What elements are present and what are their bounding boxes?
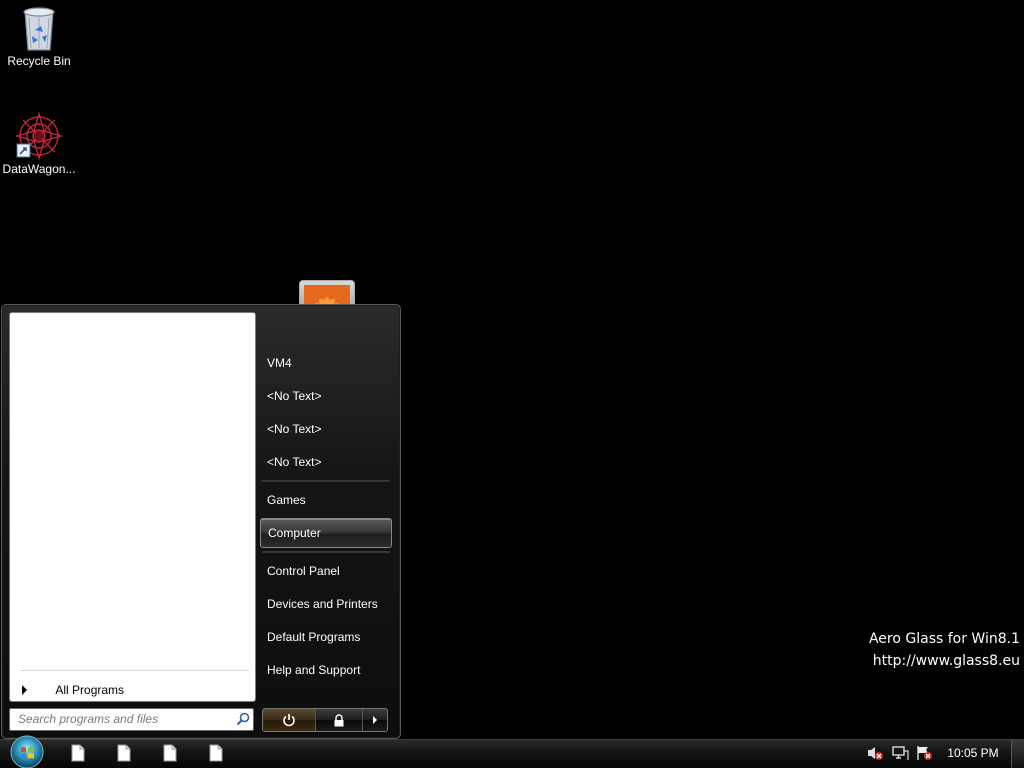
right-item-user[interactable]: VM4: [260, 349, 392, 377]
aero-glass-watermark: Aero Glass for Win8.1 http://www.glass8.…: [869, 628, 1020, 672]
desktop-icon-label: DataWagon...: [2, 162, 76, 176]
lock-icon: [334, 713, 344, 726]
right-item-no-text-3[interactable]: <No Text>: [260, 448, 392, 476]
desktop-icon-datawagon[interactable]: DataWagon...: [0, 112, 78, 176]
right-pane-divider: [262, 551, 390, 553]
right-item-games[interactable]: Games: [260, 486, 392, 514]
show-desktop-button[interactable]: [1011, 740, 1024, 768]
shut-down-button[interactable]: [263, 709, 316, 731]
programs-pane: All Programs: [9, 312, 256, 702]
desktop-icon-recycle-bin[interactable]: Recycle Bin: [0, 6, 78, 68]
document-icon[interactable]: [116, 744, 132, 762]
windows-orb-icon[interactable]: [7, 734, 47, 768]
right-item-no-text-2[interactable]: <No Text>: [260, 415, 392, 443]
right-pane-divider: [262, 480, 390, 482]
power-icon: [283, 714, 295, 727]
desktop-icon-label: Recycle Bin: [7, 54, 71, 68]
right-item-help-and-support[interactable]: Help and Support: [260, 656, 392, 684]
datawagon-shortcut-icon: [15, 112, 63, 160]
right-item-no-text-1[interactable]: <No Text>: [260, 382, 392, 410]
taskbar-clock[interactable]: 10:05 PM: [940, 745, 1006, 761]
volume-muted-icon[interactable]: [866, 745, 884, 761]
watermark-title: Aero Glass for Win8.1: [868, 631, 1020, 647]
arrow-right-icon: [22, 684, 27, 695]
search-box[interactable]: [9, 708, 254, 731]
right-item-computer[interactable]: Computer: [260, 518, 392, 548]
all-programs-button[interactable]: All Programs: [18, 679, 238, 699]
all-programs-label: All Programs: [55, 682, 125, 697]
right-item-default-programs[interactable]: Default Programs: [260, 623, 392, 651]
watermark-url: http://www.glass8.eu: [872, 653, 1020, 669]
shut-down-options-button[interactable]: [363, 709, 387, 731]
network-icon[interactable]: [891, 745, 909, 761]
right-item-devices-and-printers[interactable]: Devices and Printers: [260, 590, 392, 618]
document-icon[interactable]: [70, 744, 86, 762]
search-icon[interactable]: [236, 712, 250, 726]
all-programs-divider: [20, 670, 249, 671]
lock-button[interactable]: [316, 709, 363, 731]
recycle-bin-icon: [23, 7, 55, 51]
search-input[interactable]: [12, 710, 233, 727]
arrow-right-icon: [373, 716, 377, 724]
right-item-control-panel[interactable]: Control Panel: [260, 557, 392, 585]
document-icon[interactable]: [208, 744, 224, 762]
action-center-flag-icon[interactable]: [915, 745, 933, 761]
document-icon[interactable]: [162, 744, 178, 762]
power-button-group: [262, 708, 388, 732]
